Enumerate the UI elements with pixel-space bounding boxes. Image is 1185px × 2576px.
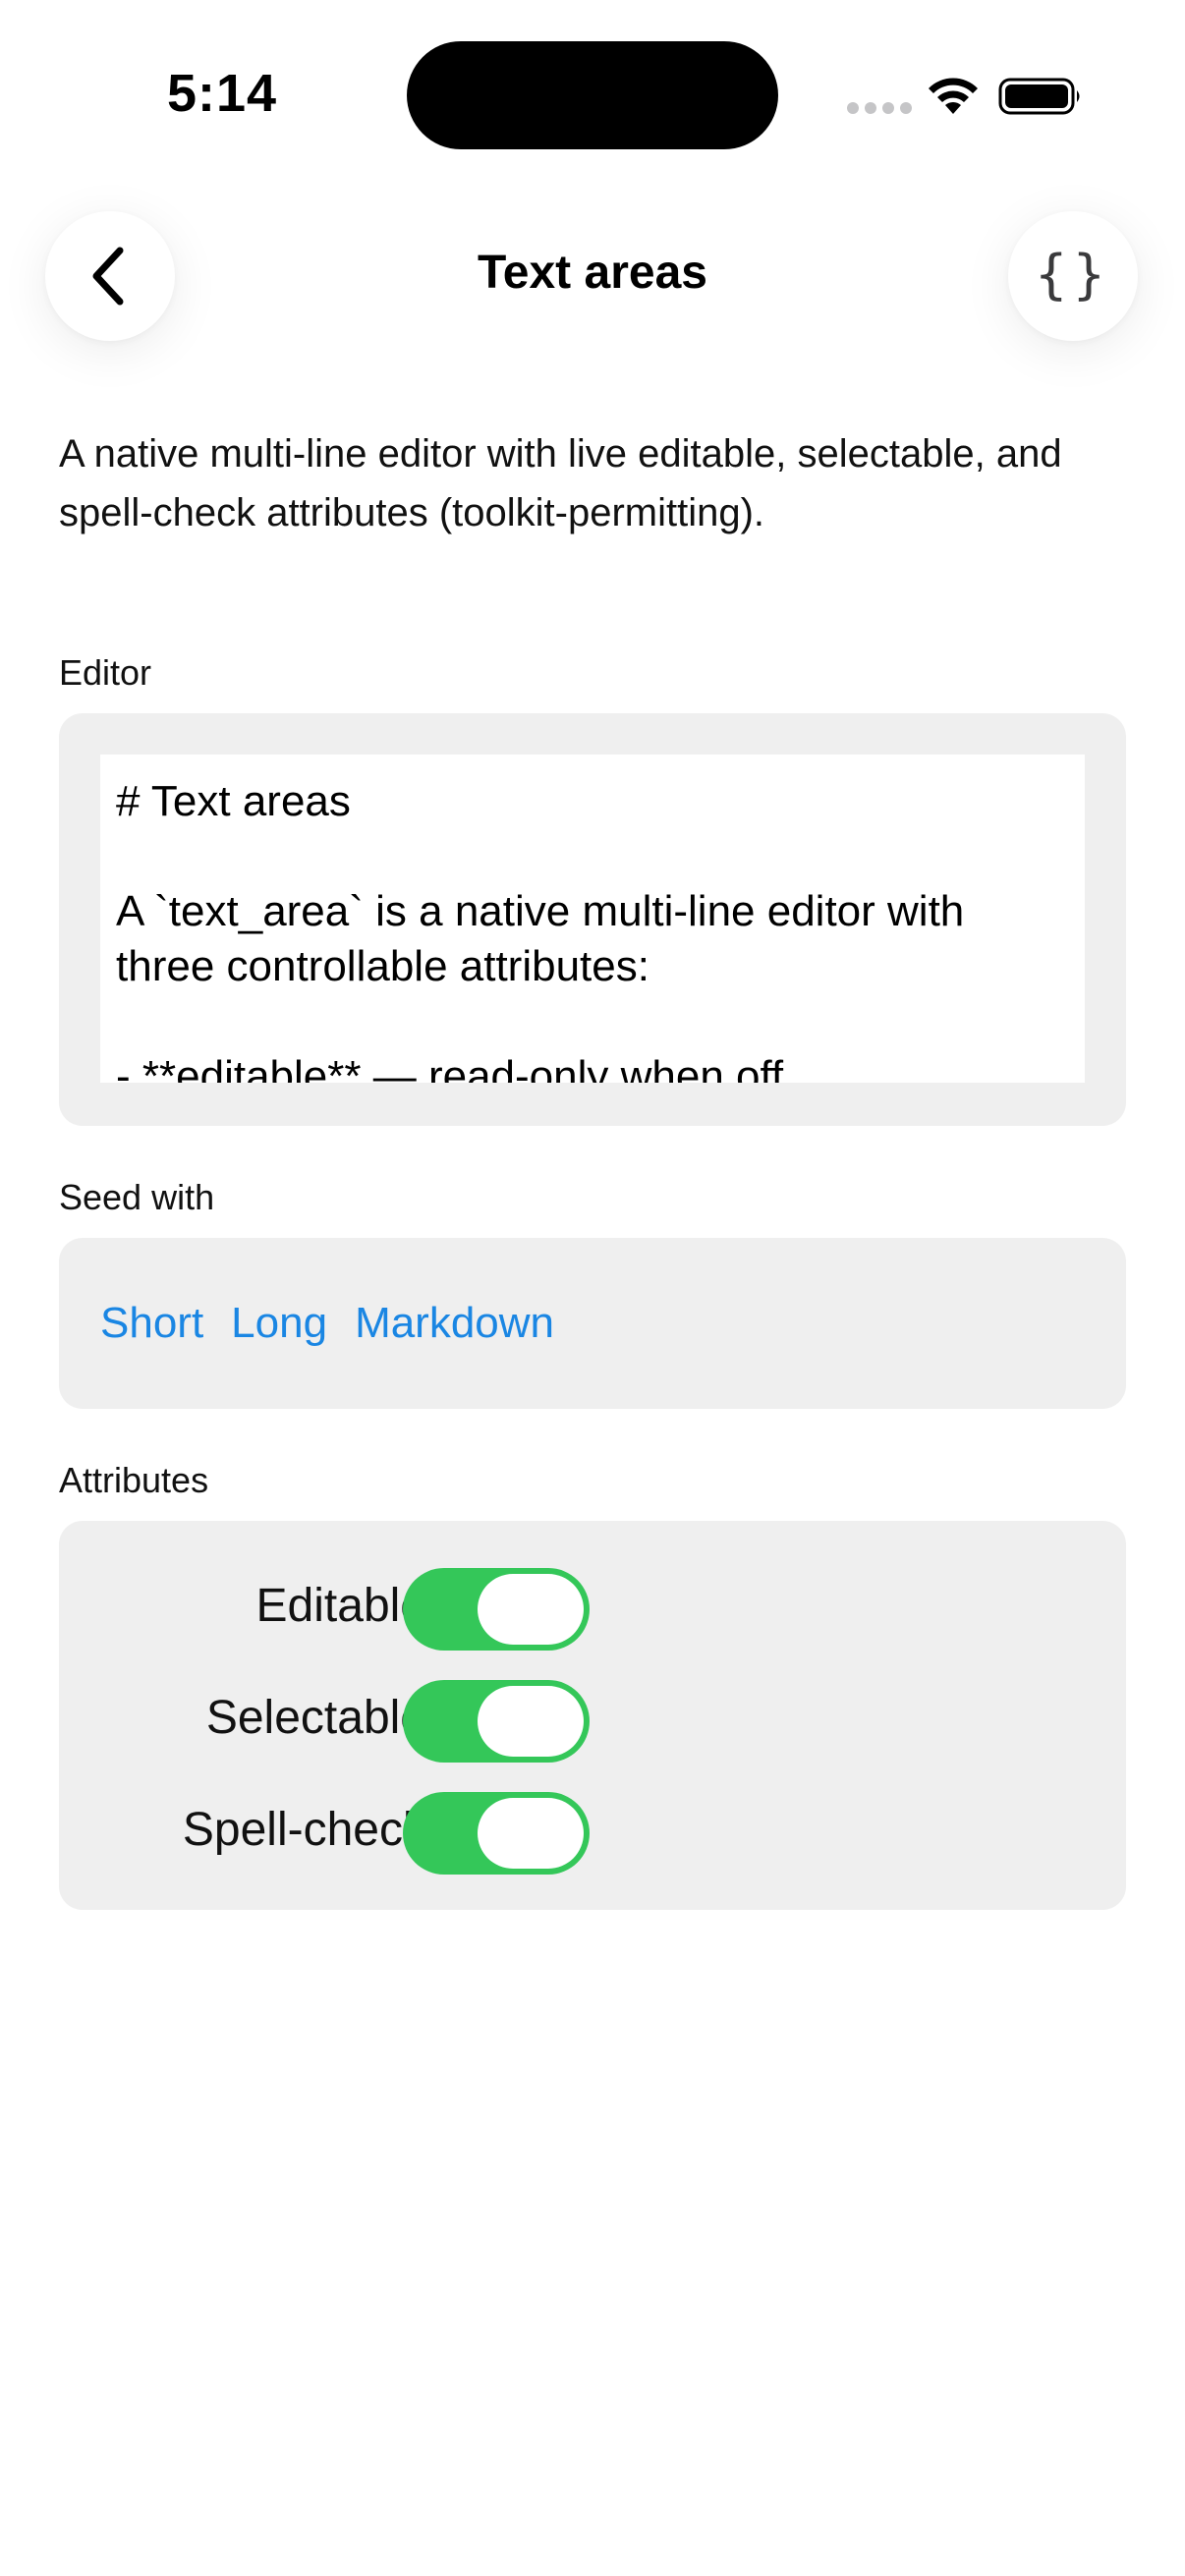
seed-long-button[interactable]: Long bbox=[231, 1299, 327, 1348]
selectable-toggle[interactable] bbox=[403, 1680, 590, 1763]
toggle-knob bbox=[478, 1798, 584, 1869]
dynamic-island bbox=[407, 41, 778, 149]
cellular-signal-icon bbox=[847, 102, 912, 114]
toggle-knob bbox=[478, 1574, 584, 1645]
attributes-section-label: Attributes bbox=[59, 1460, 209, 1500]
toggle-knob bbox=[478, 1686, 584, 1757]
attribute-row-editable: Editable bbox=[59, 1562, 1126, 1651]
spell-check-label: Spell-check bbox=[182, 1804, 426, 1856]
attributes-card: Editable Selectable Spell-check bbox=[59, 1521, 1126, 1910]
editor-content: # Text areas A `text_area` is a native m… bbox=[116, 777, 965, 1083]
status-time: 5:14 bbox=[167, 64, 278, 123]
status-bar: 5:14 bbox=[0, 0, 1185, 187]
seed-short-button[interactable]: Short bbox=[100, 1299, 203, 1348]
seed-card: Short Long Markdown bbox=[59, 1238, 1126, 1409]
attribute-row-spell-check: Spell-check bbox=[59, 1786, 1126, 1875]
editor-card: # Text areas A `text_area` is a native m… bbox=[59, 713, 1126, 1126]
view-source-button[interactable]: {} bbox=[1008, 211, 1138, 341]
attribute-row-selectable: Selectable bbox=[59, 1674, 1126, 1763]
spell-check-toggle[interactable] bbox=[403, 1792, 590, 1875]
seed-section-label: Seed with bbox=[59, 1177, 215, 1217]
seed-options: Short Long Markdown bbox=[100, 1238, 554, 1409]
curly-braces-icon: {} bbox=[1035, 243, 1111, 306]
editor-section-label: Editor bbox=[59, 652, 152, 693]
page-description: A native multi-line editor with live edi… bbox=[59, 432, 1062, 534]
editable-label: Editable bbox=[255, 1580, 426, 1632]
status-icons bbox=[847, 71, 1083, 120]
wifi-icon bbox=[929, 78, 978, 114]
editable-toggle[interactable] bbox=[403, 1568, 590, 1651]
text-area-editor[interactable]: # Text areas A `text_area` is a native m… bbox=[100, 755, 1085, 1083]
battery-icon bbox=[998, 78, 1080, 115]
seed-markdown-button[interactable]: Markdown bbox=[355, 1299, 554, 1348]
selectable-label: Selectable bbox=[205, 1692, 426, 1744]
